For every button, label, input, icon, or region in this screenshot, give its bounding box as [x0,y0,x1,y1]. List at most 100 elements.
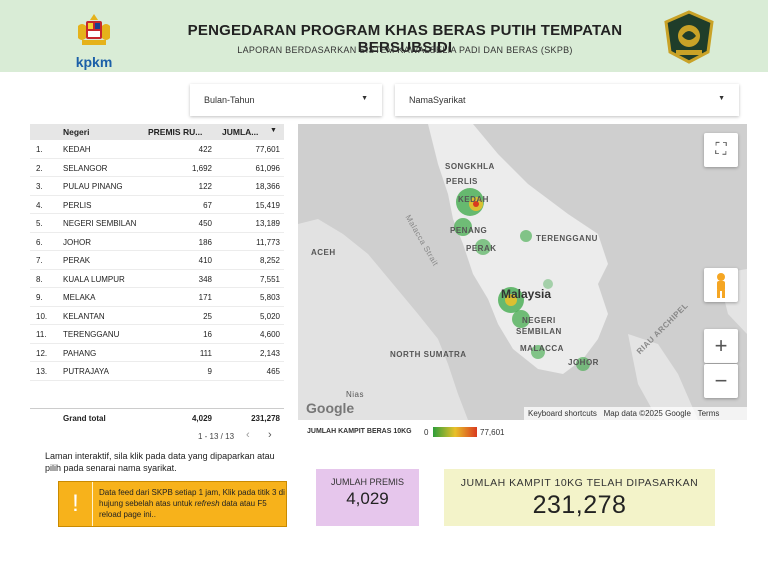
map-label-johor: JOHOR [568,358,599,367]
fullscreen-icon[interactable]: ⛶ [704,133,738,167]
terms-link[interactable]: Terms [698,409,720,418]
column-header-jumlah[interactable]: JUMLA... [222,127,258,137]
row-jumlah: 18,366 [255,182,280,191]
map-label-sembilan: SEMBILAN [516,327,562,336]
row-index: 2. [36,163,43,173]
crest-icon [78,14,110,45]
kpi-kampit-card: JUMLAH KAMPIT 10KG TELAH DIPASARKAN 231,… [444,469,715,526]
row-jumlah: 77,601 [255,145,280,154]
row-premis: 348 [198,274,212,284]
kpi-premis-card: JUMLAH PREMIS 4,029 [316,469,419,526]
chevron-left-icon[interactable]: ‹ [246,429,250,441]
column-header-premis[interactable]: PREMIS RU... [148,127,202,137]
table-row[interactable]: 6. JOHOR 186 11,773 [30,233,284,251]
column-header-negeri[interactable]: Negeri [63,127,89,137]
kpkm-logo: kpkm [66,10,122,70]
zoom-out-button[interactable]: − [704,364,738,398]
row-index: 1. [36,145,43,154]
map-label-perlis: PERLIS [446,177,478,186]
row-premis: 9 [207,367,212,376]
map-label-kedah: KEDAH [458,195,489,204]
emblem-icon [664,10,714,64]
refresh-notice-text: Data feed dari SKPB setiap 1 jam, Klik p… [99,487,285,520]
grand-total-jumlah: 231,278 [251,414,280,423]
row-index: 3. [36,182,43,191]
map-attribution: Keyboard shortcuts Map data ©2025 Google… [524,407,747,420]
row-premis: 67 [203,200,212,210]
row-jumlah: 4,600 [259,330,280,339]
map-label-negeri: NEGERI [522,316,556,325]
map-label-aceh: ACEH [311,248,336,257]
map-data-text: Map data ©2025 Google [603,409,691,418]
row-jumlah: 7,551 [259,274,280,284]
grand-total-row: Grand total 4,029 231,278 [30,408,284,426]
row-premis: 186 [198,237,212,247]
kpi-premis-value: 4,029 [346,489,389,508]
table-row[interactable]: 12. PAHANG 111 2,143 [30,344,284,362]
row-state: JOHOR [63,237,91,247]
row-index: 12. [36,348,48,358]
table-row[interactable]: 11. TERENGGANU 16 4,600 [30,325,284,344]
kpi-kampit-value: 231,278 [532,491,627,519]
legend-max: 77,601 [480,428,505,437]
row-state: PERLIS [63,200,92,210]
table-row[interactable]: 2. SELANGOR 1,692 61,096 [30,159,284,177]
map-label-north-sumatra: NORTH SUMATRA [390,350,467,359]
map-label-perak: PERAK [466,244,497,253]
map-label-songkhla: SONGKHLA [445,162,495,171]
row-premis: 450 [198,219,212,228]
table-row[interactable]: 13. PUTRAJAYA 9 465 [30,362,284,381]
google-map[interactable]: SONGKHLA PERLIS KEDAH PENANG PERAK TEREN… [298,124,747,420]
keyboard-shortcuts-link[interactable]: Keyboard shortcuts [528,409,597,418]
row-index: 13. [36,367,48,376]
row-jumlah: 11,773 [256,237,280,247]
row-state: KEDAH [63,145,91,154]
table-row[interactable]: 1. KEDAH 422 77,601 [30,140,284,159]
row-premis: 122 [198,182,212,191]
row-premis: 422 [198,145,212,154]
caret-down-icon: ▼ [718,95,725,102]
notice-text-refresh: refresh [194,499,220,508]
table-row[interactable]: 3. PULAU PINANG 122 18,366 [30,177,284,196]
table-row[interactable]: 5. NEGERI SEMBILAN 450 13,189 [30,214,284,233]
table-row[interactable]: 9. MELAKA 171 5,803 [30,288,284,307]
row-state: NEGERI SEMBILAN [63,219,137,228]
pegman-icon[interactable] [704,268,738,302]
row-state: PERAK [63,256,91,265]
table-row[interactable]: 10. KELANTAN 25 5,020 [30,307,284,325]
refresh-notice: ! Data feed dari SKPB setiap 1 jam, Klik… [58,481,287,527]
caret-down-icon: ▼ [361,95,368,102]
kpkm-logo-text: kpkm [75,54,113,70]
row-index: 7. [36,256,43,265]
month-year-filter-label: Bulan-Tahun [204,95,255,105]
state-table: Negeri PREMIS RU... JUMLA... ▼ 1. KEDAH 42… [30,124,284,424]
sort-desc-icon[interactable]: ▼ [270,127,277,134]
row-jumlah: 8,252 [259,256,280,265]
map-label-malacca: MALACCA [520,344,564,353]
table-row[interactable]: 4. PERLIS 67 15,419 [30,196,284,214]
row-state: KELANTAN [63,311,105,321]
row-state: PULAU PINANG [63,182,123,191]
row-state: PUTRAJAYA [63,367,109,376]
row-premis: 171 [198,293,212,302]
map-label-malaysia: Malaysia [501,287,552,301]
company-filter-label: NamaSyarikat [409,95,466,105]
company-filter[interactable]: NamaSyarikat ▼ [395,84,739,116]
row-index: 9. [36,293,43,302]
grand-total-label: Grand total [63,414,106,423]
row-index: 6. [36,237,43,247]
table-row[interactable]: 8. KUALA LUMPUR 348 7,551 [30,270,284,288]
row-jumlah: 13,189 [255,219,280,228]
chevron-right-icon[interactable]: › [268,429,272,441]
row-state: KUALA LUMPUR [63,274,125,284]
row-jumlah: 465 [266,367,280,376]
row-jumlah: 5,803 [259,293,280,302]
row-jumlah: 5,020 [259,311,280,321]
table-row[interactable]: 7. PERAK 410 8,252 [30,251,284,270]
legend-min: 0 [424,428,429,437]
kpi-premis-label: JUMLAH PREMIS [330,477,404,487]
row-index: 11. [36,330,47,339]
zoom-in-button[interactable]: + [704,329,738,363]
dashboard: kpkm PENGEDARAN PROGRAM KHAS BERAS PUTIH… [0,0,768,577]
month-year-filter[interactable]: Bulan-Tahun ▼ [190,84,382,116]
